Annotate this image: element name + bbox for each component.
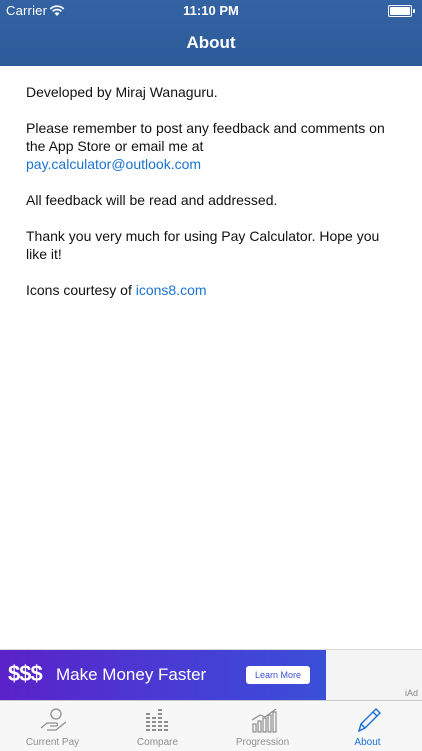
ad-dollar-text: $$$ (8, 661, 43, 686)
status-time: 11:10 PM (183, 3, 239, 18)
tab-label: Compare (136, 737, 179, 748)
feedback-paragraph: Please remember to post any feedback and… (26, 119, 396, 173)
tab-label: About (354, 737, 381, 748)
tab-label: Current Pay (25, 737, 80, 748)
addressed-text: All feedback will be read and addressed. (26, 192, 278, 208)
ad-creative[interactable]: $$$ Make Money Faster Learn More (0, 650, 326, 700)
battery-icon (388, 5, 415, 17)
tab-bar: Current Pay Compare Progression About (0, 700, 422, 751)
tab-progression[interactable]: Progression (210, 701, 315, 751)
tab-label: Progression (235, 737, 290, 748)
ad-learn-more-button[interactable]: Learn More (246, 666, 310, 684)
ad-banner[interactable]: $$$ Make Money Faster Learn More iAd (0, 649, 422, 700)
tab-about[interactable]: About (315, 701, 420, 751)
iad-label: iAd (404, 688, 418, 698)
status-bar: Carrier 11:10 PM (0, 0, 422, 22)
hand-money-icon (40, 708, 67, 731)
about-content: Developed by Miraj Wanaguru. Please reme… (26, 83, 396, 317)
icons-credit-text: Icons courtesy of (26, 282, 132, 298)
ad-headline: Make Money Faster (56, 665, 207, 684)
header: Carrier 11:10 PM About (0, 0, 422, 66)
equalizer-icon (146, 709, 168, 731)
icons-credit: Icons courtesy of icons8.com (26, 281, 396, 299)
feedback-text: Please remember to post any feedback and… (26, 120, 385, 154)
developer-text: Developed by Miraj Wanaguru. (26, 84, 218, 100)
growth-chart-icon (251, 708, 277, 733)
pencil-icon (357, 708, 381, 733)
page-title: About (186, 33, 236, 52)
email-link[interactable]: pay.calculator@outlook.com (26, 156, 201, 172)
tab-current-pay[interactable]: Current Pay (0, 701, 105, 751)
tab-compare[interactable]: Compare (105, 701, 210, 751)
thanks-text: Thank you very much for using Pay Calcul… (26, 228, 380, 262)
icons8-link[interactable]: icons8.com (136, 282, 207, 298)
